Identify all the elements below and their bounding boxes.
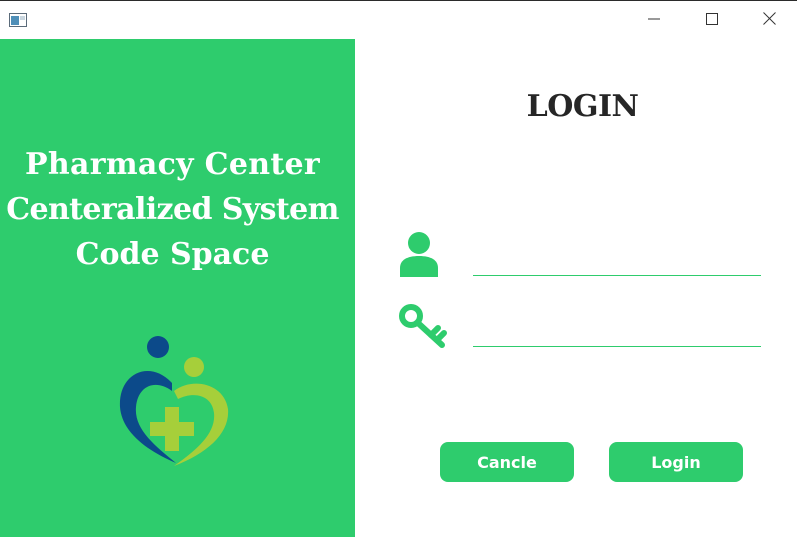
login-title: LOGIN <box>526 89 639 124</box>
login-button[interactable]: Login <box>609 442 743 482</box>
close-button[interactable] <box>740 1 797 38</box>
brand-panel: Pharmacy Center Centeralized System Code… <box>0 39 355 537</box>
minimize-button[interactable] <box>625 1 683 38</box>
title-bar <box>0 1 797 38</box>
brand-line-2: Centeralized System <box>6 192 339 227</box>
username-field[interactable] <box>473 246 761 276</box>
login-window: Pharmacy Center Centeralized System Code… <box>0 0 797 537</box>
maximize-icon <box>706 10 718 29</box>
close-icon <box>762 10 776 29</box>
brand-line-1: Pharmacy Center <box>25 147 320 182</box>
brand-title: Pharmacy Center Centeralized System Code… <box>0 142 345 277</box>
user-icon <box>398 232 440 277</box>
brand-line-3: Code Space <box>75 237 270 272</box>
maximize-button[interactable] <box>683 1 741 38</box>
password-field[interactable] <box>473 317 761 347</box>
app-window-icon <box>9 12 27 27</box>
key-icon <box>398 303 448 349</box>
pharmacy-logo-icon <box>112 333 237 468</box>
cancel-button[interactable]: Cancle <box>440 442 574 482</box>
minimize-icon <box>648 10 660 29</box>
